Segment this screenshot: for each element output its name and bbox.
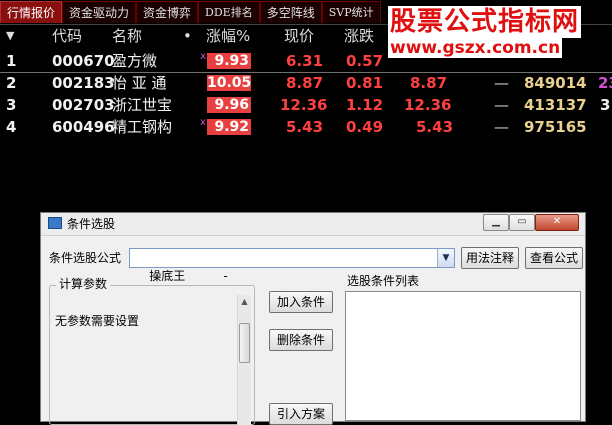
change: 0.57 [346, 52, 384, 70]
pct-badge: 9.93 [207, 53, 251, 69]
app-window-icon [48, 217, 62, 229]
import-scheme-button[interactable]: 引入方案 [269, 403, 333, 425]
header-change[interactable]: 涨跌 [344, 25, 374, 47]
flag-marker: x [200, 117, 206, 128]
pct-badge: 10.05 [207, 75, 252, 91]
formula-select-value: 操底王 - [149, 269, 228, 283]
volume: 849014 [524, 74, 587, 92]
volume: 413137 [524, 96, 587, 114]
row-index: 1 [6, 52, 17, 70]
chevron-down-icon[interactable]: ▼ [437, 249, 454, 267]
condition-stock-picker-dialog: 条件选股 ▁ ▭ ✕ 条件选股公式 操底王 - ▼ 用法注释 查看公式 计算参数… [40, 212, 586, 425]
stock-code: 000670 [52, 52, 115, 70]
view-formula-button[interactable]: 查看公式 [525, 247, 583, 269]
header-pct[interactable]: 涨幅% [206, 25, 250, 47]
formula-label: 条件选股公式 [49, 251, 122, 265]
maximize-icon[interactable]: ▭ [509, 214, 535, 231]
sort-arrow-icon[interactable]: ▼ [6, 25, 14, 47]
header-name[interactable]: 名称 [112, 25, 142, 47]
stock-code: 600496 [52, 118, 115, 136]
tab-fund-game[interactable]: 资金博弈 [136, 1, 199, 23]
delete-condition-button[interactable]: 删除条件 [269, 329, 333, 351]
buy-price: 12.36 [404, 96, 452, 114]
tab-dde-rank[interactable]: DDE排名 [198, 1, 260, 23]
tab-quotes[interactable]: 行情报价 [0, 1, 63, 23]
stock-name: 精工钢构 [112, 118, 173, 136]
row-index: 4 [6, 118, 17, 136]
add-condition-button[interactable]: 加入条件 [269, 291, 333, 313]
header-dot: • [183, 27, 192, 45]
minimize-icon[interactable]: ▁ [483, 214, 509, 231]
dialog-title: 条件选股 [67, 217, 116, 231]
row-index: 3 [6, 96, 17, 114]
stock-name: 浙江世宝 [112, 96, 173, 114]
stock-name: 怡 亚 通 [112, 74, 167, 92]
sell-dash: — [494, 96, 509, 114]
stock-name: 盈方微 [112, 52, 158, 70]
row-index: 2 [6, 74, 17, 92]
pct-badge: 9.92 [207, 119, 251, 135]
volume-extra: 23 [598, 74, 612, 92]
condition-list-label: 选股条件列表 [347, 274, 420, 288]
usage-notes-button[interactable]: 用法注释 [461, 247, 519, 269]
price: 12.36 [280, 96, 328, 114]
stock-code: 002183 [52, 74, 115, 92]
header-price[interactable]: 现价 [284, 25, 314, 47]
tab-long-short[interactable]: 多空阵线 [259, 1, 322, 23]
change: 1.12 [346, 96, 384, 114]
volume-extra: 3 [600, 96, 611, 114]
buy-price: 8.87 [410, 74, 448, 92]
volume: 975165 [524, 118, 587, 136]
params-scrollbar[interactable]: ▲ [237, 295, 251, 425]
formula-select[interactable]: 操底王 - ▼ [129, 248, 455, 283]
header-code[interactable]: 代码 [52, 25, 82, 47]
scroll-up-icon[interactable]: ▲ [238, 295, 251, 309]
sell-dash: — [494, 118, 509, 136]
change: 0.49 [346, 118, 384, 136]
params-text: 无参数需要设置 [55, 314, 140, 328]
condition-listbox[interactable] [345, 291, 581, 421]
pct-badge: 9.96 [207, 97, 251, 113]
price: 5.43 [286, 118, 324, 136]
price: 6.31 [286, 52, 324, 70]
stock-code: 002703 [52, 96, 115, 114]
scroll-thumb[interactable] [239, 323, 250, 363]
watermark-url: www.gszx.com.cn [388, 38, 563, 58]
change: 0.81 [346, 74, 384, 92]
watermark-title: 股票公式指标网 [388, 6, 582, 38]
params-group-title: 计算参数 [56, 276, 111, 292]
buy-price: 5.43 [416, 118, 454, 136]
sell-dash: — [494, 74, 509, 92]
tab-svp-stats[interactable]: SVP统计 [321, 1, 381, 23]
dialog-titlebar[interactable]: 条件选股 ▁ ▭ ✕ [41, 213, 585, 236]
flag-marker: x [200, 51, 206, 62]
close-icon[interactable]: ✕ [535, 214, 579, 231]
price: 8.87 [286, 74, 324, 92]
tab-fund-drive[interactable]: 资金驱动力 [62, 1, 137, 23]
params-groupbox [49, 285, 255, 425]
